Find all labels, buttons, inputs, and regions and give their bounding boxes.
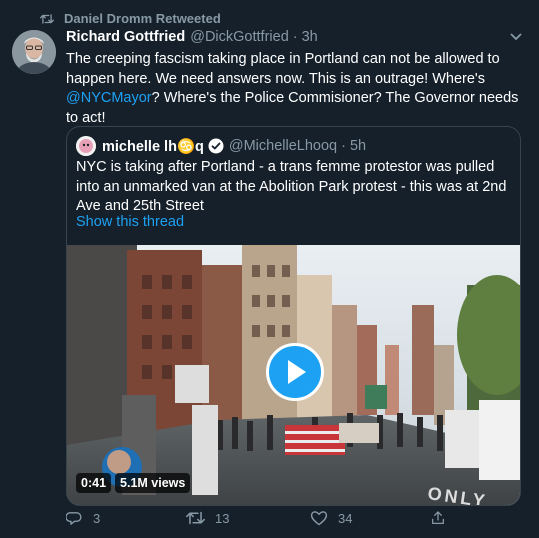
video-views: 5.1M views	[115, 473, 191, 493]
separator-dot: ·	[292, 29, 298, 45]
chevron-down-icon[interactable]	[510, 33, 522, 41]
quoted-tweet-text: NYC is taking after Portland - a trans f…	[76, 159, 507, 214]
play-icon	[288, 360, 306, 384]
reply-icon	[66, 512, 82, 525]
share-button[interactable]	[430, 510, 446, 526]
tweet-actions: 3 13 34	[66, 510, 466, 530]
tweet-text-part1: The creeping fascism taking place in Por…	[66, 51, 500, 87]
reply-button[interactable]: 3	[66, 510, 100, 527]
tweet-header: Richard Gottfried @DickGottfried · 3h	[66, 29, 527, 45]
share-icon	[432, 511, 444, 524]
author-handle[interactable]: @DickGottfried	[190, 29, 289, 45]
like-count: 34	[338, 510, 353, 526]
reply-count: 3	[93, 511, 101, 526]
heart-icon	[310, 511, 328, 526]
tweet-time[interactable]: 3h	[302, 29, 318, 45]
avatar[interactable]	[12, 30, 56, 74]
retweet-label: Daniel Dromm Retweeted	[64, 11, 221, 26]
verified-badge-icon	[208, 138, 224, 154]
retweet-count: 13	[215, 510, 230, 526]
retweet-icon	[40, 13, 54, 24]
quoted-author-name[interactable]: michelle lh♋q	[102, 138, 204, 155]
show-thread-link[interactable]: Show this thread	[76, 214, 184, 230]
retweet-icon	[186, 511, 205, 525]
tweet-text: The creeping fascism taking place in Por…	[66, 50, 526, 128]
author-name[interactable]: Richard Gottfried	[66, 29, 185, 45]
quoted-tweet[interactable]: michelle lh♋q @MichelleLhooq · 5h NYC is…	[66, 126, 521, 506]
video-player[interactable]: ONLY 0:41 5.1M views	[67, 245, 520, 505]
quoted-author-handle[interactable]: @MichelleLhooq	[229, 138, 337, 154]
play-button[interactable]	[266, 343, 324, 401]
mention-link[interactable]: @NYCMayor	[66, 90, 152, 106]
like-button[interactable]: 34	[310, 510, 352, 526]
retweet-context[interactable]: Daniel Dromm Retweeted	[40, 11, 221, 26]
quoted-avatar[interactable]	[76, 136, 96, 156]
quoted-tweet-header: michelle lh♋q @MichelleLhooq · 5h	[76, 136, 366, 156]
retweet-button[interactable]: 13	[186, 510, 229, 526]
quoted-tweet-time[interactable]: 5h	[350, 138, 366, 154]
quoted-separator-dot: ·	[341, 138, 346, 154]
video-duration: 0:41	[76, 473, 112, 493]
video-badges: 0:41 5.1M views	[76, 473, 194, 493]
